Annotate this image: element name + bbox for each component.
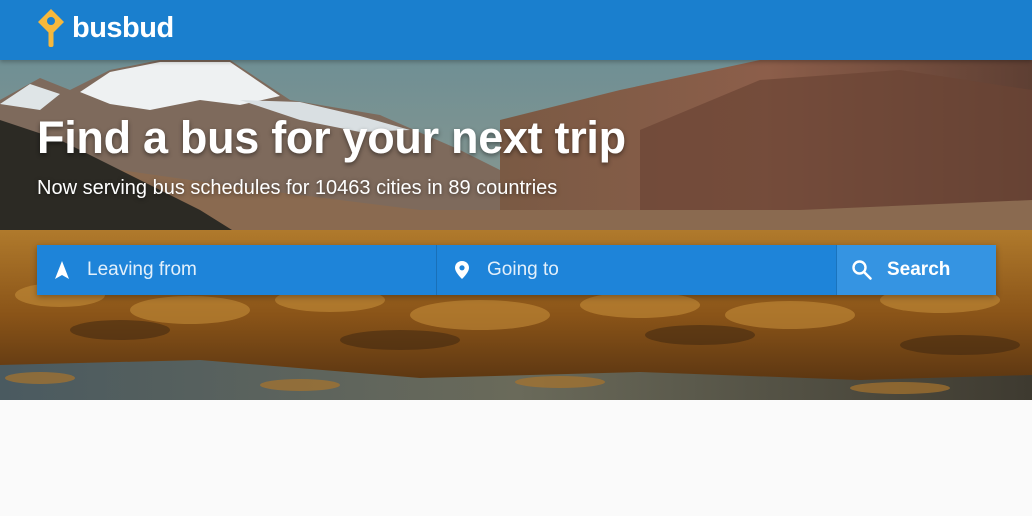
brand-logo[interactable]: busbud bbox=[36, 7, 174, 49]
map-pin-icon bbox=[455, 261, 469, 279]
leaving-from-field[interactable] bbox=[37, 245, 437, 295]
top-navbar: busbud bbox=[0, 0, 1032, 60]
going-to-field[interactable] bbox=[437, 245, 837, 295]
hero-landscape-image bbox=[0, 60, 1032, 400]
going-to-input[interactable] bbox=[487, 259, 807, 281]
busbud-pin-logo-icon bbox=[38, 9, 64, 47]
hero-subtitle: Now serving bus schedules for 10463 citi… bbox=[37, 177, 558, 199]
navigation-arrow-icon bbox=[55, 261, 69, 279]
trip-search-form: Search bbox=[37, 245, 996, 295]
hero-section: Find a bus for your next trip Now servin… bbox=[0, 60, 1032, 400]
hero-title: Find a bus for your next trip bbox=[37, 112, 626, 163]
search-button[interactable]: Search bbox=[837, 245, 996, 295]
leaving-from-input[interactable] bbox=[87, 259, 407, 281]
brand-name: busbud bbox=[72, 12, 174, 44]
search-button-label: Search bbox=[887, 259, 951, 280]
magnifier-icon bbox=[852, 260, 872, 280]
